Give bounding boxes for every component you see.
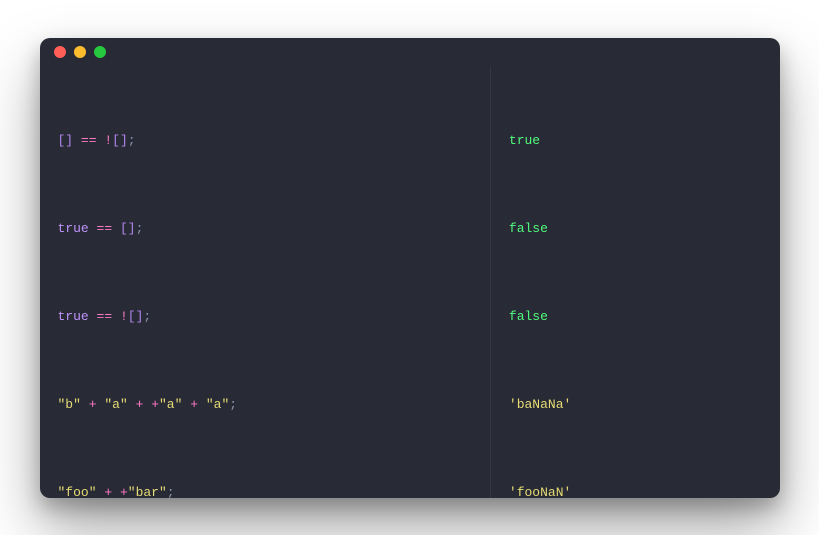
result-value: false [509,309,548,324]
code-token [112,485,120,497]
code-token: ; [167,485,175,497]
code-token: "foo" [58,485,97,497]
code-token: ! [120,309,128,324]
code-token: ! [104,133,112,148]
code-token: true [58,221,89,236]
result-line: 'baNaNa' [509,393,762,418]
code-token: == [97,221,113,236]
window-zoom-button[interactable] [94,46,106,58]
result-value: 'baNaNa' [509,397,571,412]
code-token [89,221,97,236]
code-token: [] [112,133,128,148]
code-line: true == []; [58,217,472,242]
code-token: "b" [58,397,81,412]
code-token: + [89,397,97,412]
code-line: [] == ![]; [58,129,472,154]
code-token: == [81,133,97,148]
code-token: ; [143,309,151,324]
code-token: ; [229,397,237,412]
result-value: 'fooNaN' [509,485,571,497]
code-window: [] == ![]; true == []; true == ![]; "b" … [40,38,780,498]
result-line: true [509,129,762,154]
code-token: "a" [159,397,182,412]
window-titlebar [40,38,780,66]
result-value: false [509,221,548,236]
code-token: [] [58,133,74,148]
code-token [112,309,120,324]
code-token: ; [136,221,144,236]
code-line: true == ![]; [58,305,472,330]
code-token [112,221,120,236]
code-token: [] [120,221,136,236]
code-token [81,397,89,412]
code-token [198,397,206,412]
code-token: + [120,485,128,497]
code-output-pane: true false false 'baNaNa' 'fooNaN' false [491,66,780,498]
code-token [128,397,136,412]
code-line: "foo" + +"bar"; [58,481,472,497]
code-token: "bar" [128,485,167,497]
code-token: "a" [104,397,127,412]
code-token: true [58,309,89,324]
code-token: ; [128,133,136,148]
code-token [73,133,81,148]
result-line: false [509,305,762,330]
code-token: + [151,397,159,412]
window-close-button[interactable] [54,46,66,58]
code-line: "b" + "a" + +"a" + "a"; [58,393,472,418]
code-token: + [190,397,198,412]
result-value: true [509,133,540,148]
window-minimize-button[interactable] [74,46,86,58]
code-token: == [97,309,113,324]
result-line: false [509,217,762,242]
code-token: [] [128,309,144,324]
code-token: "a" [206,397,229,412]
code-input-pane: [] == ![]; true == []; true == ![]; "b" … [40,66,491,498]
code-token [89,309,97,324]
result-line: 'fooNaN' [509,481,762,497]
code-token: + [104,485,112,497]
